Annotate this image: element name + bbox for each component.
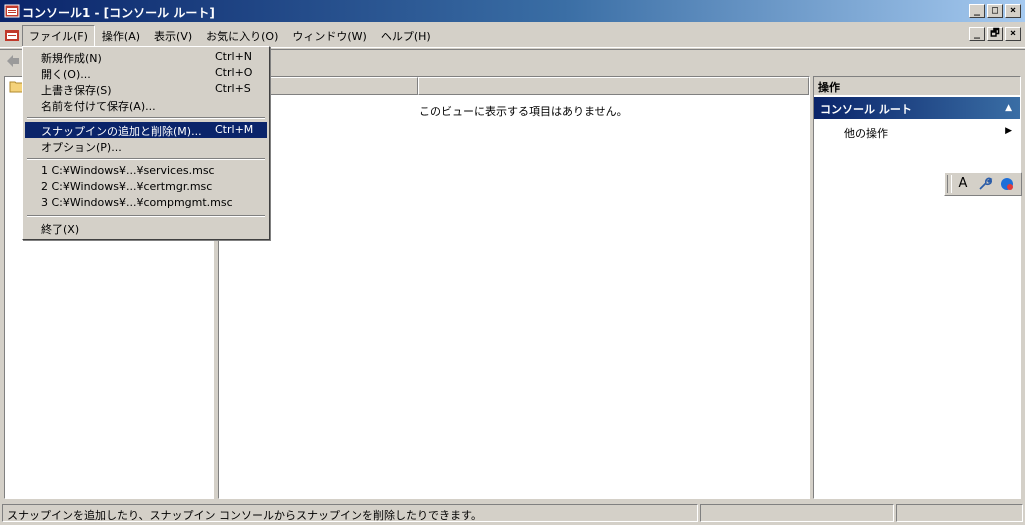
menu-bar: ファイル(F) 操作(A) 表示(V) お気に入り(O) ウィンドウ(W) ヘル… (0, 22, 1025, 48)
mmc-app-icon[interactable] (4, 3, 20, 19)
menu-action[interactable]: 操作(A) (95, 25, 147, 47)
menu-favorites[interactable]: お気に入り(O) (199, 25, 285, 47)
menu-item-exit[interactable]: 終了(X) (25, 220, 267, 236)
ime-mode-button[interactable]: A (952, 174, 974, 194)
menu-help[interactable]: ヘルプ(H) (374, 25, 438, 47)
minimize-button[interactable]: _ (969, 4, 985, 18)
menu-file[interactable]: ファイル(F) (22, 25, 95, 47)
menu-separator (25, 154, 267, 163)
child-close-button[interactable]: × (1005, 27, 1021, 41)
menu-item-recent-1[interactable]: 1 C:¥Windows¥...¥services.msc (25, 163, 267, 179)
ime-tools-icon[interactable] (974, 174, 996, 194)
close-button[interactable]: × (1005, 4, 1021, 18)
status-panel-2 (700, 504, 894, 522)
column-header-description[interactable] (418, 77, 809, 95)
menu-item-open[interactable]: 開く(O)... Ctrl+O (25, 65, 267, 81)
menu-separator (25, 113, 267, 122)
back-arrow-icon[interactable] (6, 54, 20, 68)
child-restore-button[interactable]: 🗗 (987, 27, 1003, 41)
actions-pane: 操作 コンソール ルート ▲ 他の操作 ▶ (813, 76, 1021, 499)
status-bar: スナップインを追加したり、スナップイン コンソールからスナップインを削除したりで… (0, 502, 1025, 525)
actions-more-actions[interactable]: 他の操作 ▶ (814, 123, 1020, 141)
ime-language-bar[interactable]: A (944, 172, 1022, 196)
menu-item-save-as[interactable]: 名前を付けて保存(A)... (25, 97, 267, 113)
ime-help-icon[interactable] (996, 174, 1018, 194)
title-bar: コンソール1 - [コンソール ルート] _ □ × (0, 0, 1025, 22)
file-menu-dropdown: 新規作成(N) Ctrl+N 開く(O)... Ctrl+O 上書き保存(S) … (22, 46, 270, 240)
menu-window[interactable]: ウィンドウ(W) (285, 25, 373, 47)
status-panel-3 (896, 504, 1023, 522)
empty-view-message: このビューに表示する項目はありません。 (419, 105, 628, 118)
menu-item-save[interactable]: 上書き保存(S) Ctrl+S (25, 81, 267, 97)
window-title: コンソール1 - [コンソール ルート] (22, 6, 215, 20)
menu-item-new[interactable]: 新規作成(N) Ctrl+N (25, 49, 267, 65)
menu-view[interactable]: 表示(V) (147, 25, 199, 47)
maximize-button[interactable]: □ (987, 4, 1003, 18)
actions-group-console-root[interactable]: コンソール ルート ▲ (814, 97, 1020, 119)
console-document-icon[interactable] (4, 27, 20, 43)
menu-item-recent-3[interactable]: 3 C:¥Windows¥...¥compmgmt.msc (25, 195, 267, 211)
actions-group-title: コンソール ルート (820, 103, 912, 116)
collapse-up-icon[interactable]: ▲ (1005, 103, 1012, 113)
actions-header: 操作 (814, 77, 1020, 95)
menu-item-options[interactable]: オプション(P)... (25, 138, 267, 154)
menu-separator (25, 211, 267, 220)
child-minimize-button[interactable]: _ (969, 27, 985, 41)
status-message: スナップインを追加したり、スナップイン コンソールからスナップインを削除したりで… (2, 504, 698, 522)
actions-row-label: 他の操作 (844, 127, 888, 140)
submenu-arrow-icon: ▶ (1005, 126, 1012, 136)
menu-item-add-remove-snapin[interactable]: スナップインの追加と削除(M)... Ctrl+M (25, 122, 267, 138)
result-pane[interactable]: このビューに表示する項目はありません。 (218, 76, 810, 499)
menu-item-recent-2[interactable]: 2 C:¥Windows¥...¥certmgr.msc (25, 179, 267, 195)
